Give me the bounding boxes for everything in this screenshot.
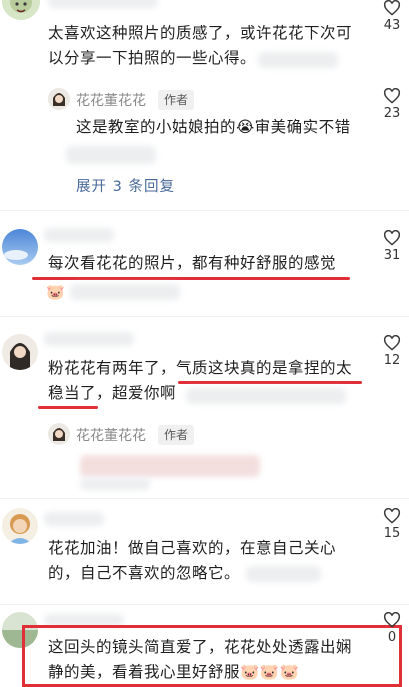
like-count: 31 [383,248,401,263]
like-count: 12 [383,353,401,368]
reply-text: 这是教室的小姑娘拍的😭审美确实不错 [76,115,351,140]
like-button[interactable]: 23 [377,88,407,121]
heart-outline-icon [383,0,401,16]
reply-text-part: 审美确实不错 [254,118,351,136]
divider [0,210,409,211]
reply-text-blurred [80,455,260,477]
comment-text: 的，自己不喜欢的忽略它。 [48,564,241,582]
reply-author-name[interactable]: 花花董花花 [76,90,146,110]
avatar[interactable] [2,0,40,20]
like-button[interactable]: 15 [377,508,407,541]
avatar-icon [48,88,70,110]
heart-outline-icon [383,335,401,351]
like-count: 0 [387,630,397,645]
comment-text: 粉花花有两年了，气质这块真的是拿捏的太 [48,359,353,377]
heart-outline-icon [383,612,401,628]
like-button[interactable]: 43 [377,0,407,33]
avatar[interactable] [2,229,38,265]
comment-text-line: 静的美，看着我心里好舒服🐷🐷🐷 [48,660,299,685]
heart-outline-icon [383,508,401,524]
author-badge: 作者 [158,90,195,110]
timestamp-blurred [80,478,150,490]
comment-text: 以分享一下拍照的一些心得。 [48,49,257,67]
comment-text: 静的美，看着我心里好舒服 [48,663,241,681]
avatar[interactable] [2,508,38,544]
comment-text: 花花加油！做自己喜欢的，在意自己关心 [48,539,337,557]
like-count: 23 [383,106,401,121]
timestamp-blurred [186,388,346,404]
timestamp-blurred [258,52,338,68]
timestamp-blurred [246,566,321,582]
timestamp-blurred [66,146,156,164]
timestamp-blurred [70,284,180,300]
author-badge: 作者 [158,425,195,445]
author-avatar[interactable] [48,423,70,445]
avatar-icon [2,0,40,20]
username-blurred [48,0,158,8]
username-blurred [44,512,104,526]
comment-text: 太喜欢这种照片的质感了，或许花花下次可 [48,24,353,42]
like-count: 43 [383,18,401,33]
reply-text-part: 这是教室的小姑娘拍的 [76,118,237,136]
author-avatar[interactable] [48,88,70,110]
heart-outline-icon [383,230,401,246]
heart-outline-icon [383,88,401,104]
highlight-underline [178,381,362,384]
pig-face-emoji: 🐷 [46,283,65,301]
like-count: 15 [383,526,401,541]
like-button[interactable]: 0 [377,612,407,645]
crying-emoji: 😭 [236,118,255,136]
avatar-icon [2,334,38,370]
expand-replies-link[interactable]: 展开 3 条回复 [76,175,175,196]
like-button[interactable]: 12 [377,335,407,368]
like-button[interactable]: 31 [377,230,407,263]
reply-author-name[interactable]: 花花董花花 [76,425,146,445]
divider [0,604,409,605]
avatar-icon [48,423,70,445]
avatar-icon [2,508,38,544]
comment-text: 这回头的镜头简直爱了，花花处处透露出娴 [48,638,353,656]
avatar[interactable] [2,334,38,370]
highlight-underline [32,277,350,280]
username-blurred [44,228,114,242]
pig-face-emoji: 🐷🐷🐷 [240,663,300,681]
highlight-underline [38,406,98,409]
comment-text: 每次看花花的照片，都有种好舒服的感觉 [48,254,337,272]
divider [0,316,409,317]
username-blurred [44,332,134,346]
divider [0,498,409,499]
comment-text: 稳当了，超爱你啊 [48,384,177,402]
avatar-icon [2,229,38,265]
